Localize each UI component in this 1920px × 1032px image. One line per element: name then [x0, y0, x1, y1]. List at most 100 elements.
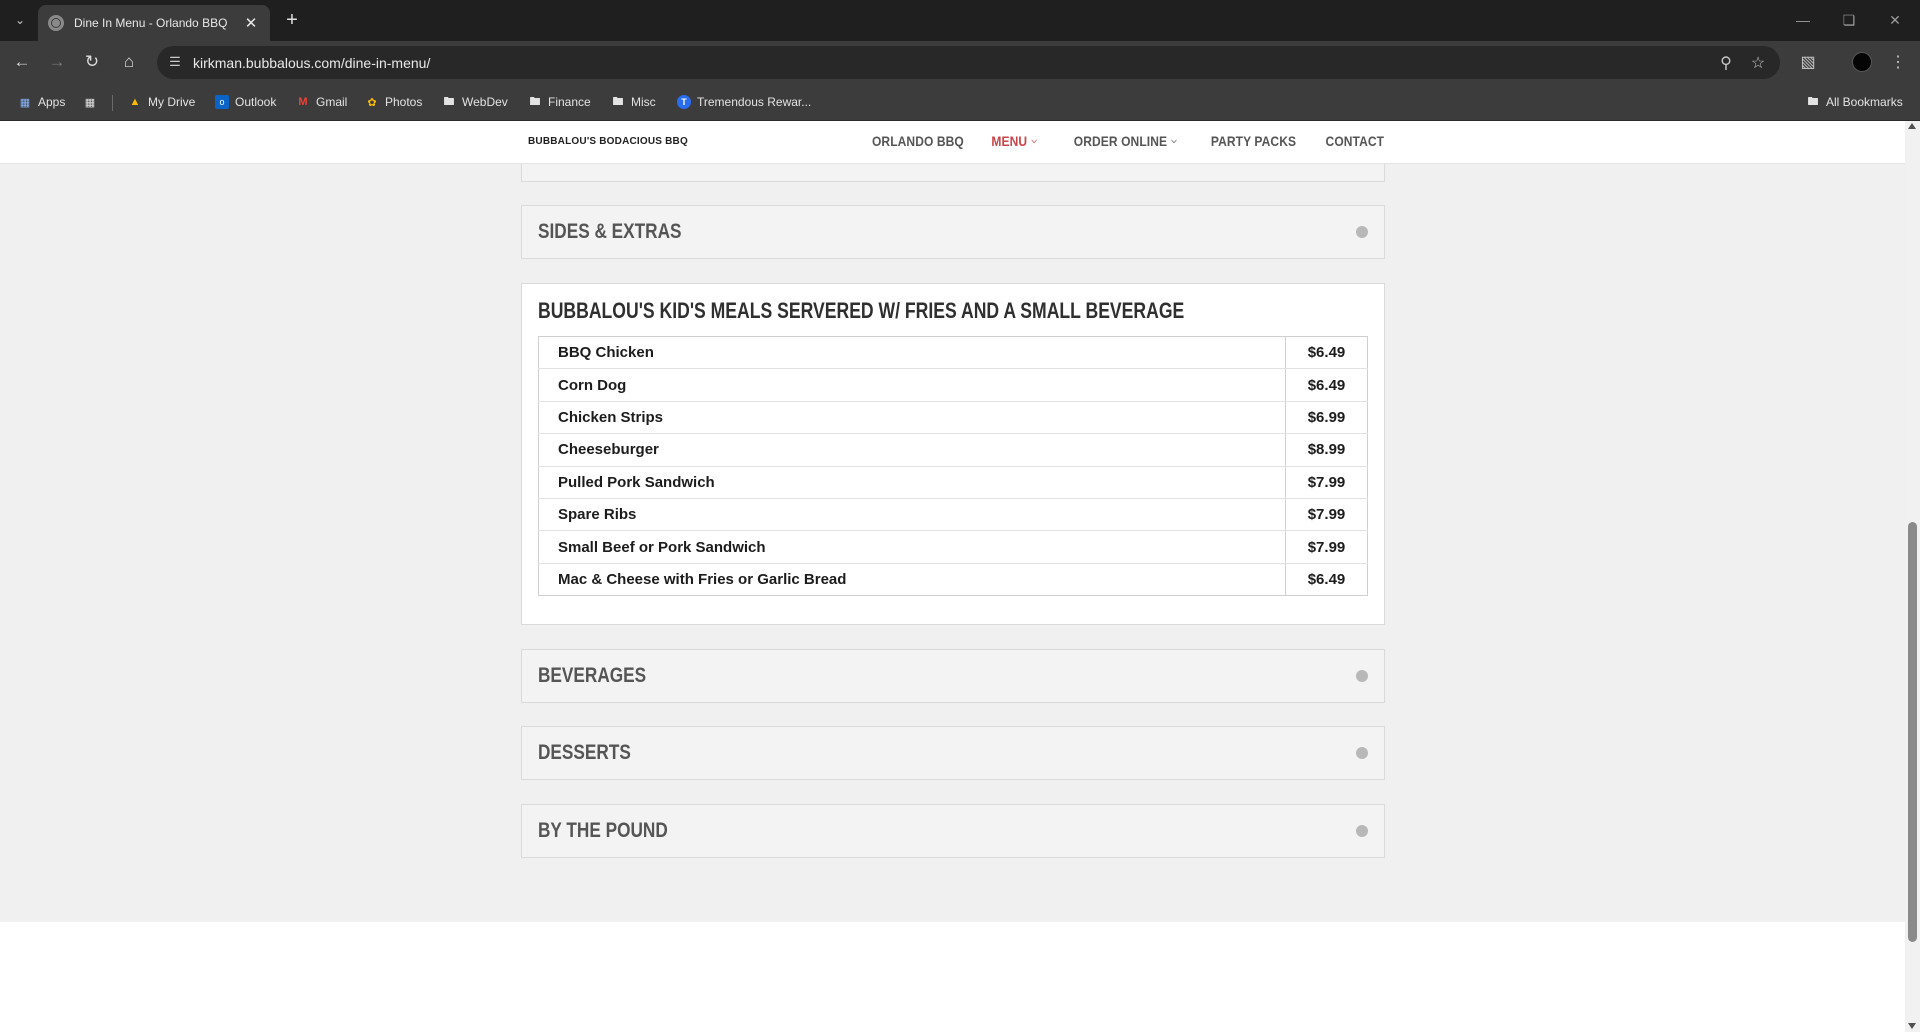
- page-scrollbar[interactable]: [1905, 121, 1920, 1032]
- nav-contact[interactable]: CONTACT: [1325, 133, 1384, 149]
- toggle-dot-icon: [1356, 226, 1368, 238]
- menu-item-name: Spare Ribs: [538, 498, 1286, 532]
- minimize-button[interactable]: —: [1783, 6, 1823, 34]
- reload-icon: ↻: [84, 52, 100, 71]
- home-icon: ⌂: [123, 52, 135, 71]
- active-tab[interactable]: Dine In Menu - Orlando BBQ ✕: [38, 5, 270, 41]
- bookmark-photos[interactable]: ✿ Photos: [365, 92, 422, 112]
- page-footer: [0, 922, 1905, 1032]
- reload-button[interactable]: ↻: [79, 49, 105, 75]
- site-header: BUBBALOU'S BODACIOUS BBQ ORLANDO BBQ MEN…: [0, 121, 1905, 164]
- bookmark-label: Finance: [548, 95, 591, 109]
- nav-party-packs[interactable]: PARTY PACKS: [1211, 133, 1296, 149]
- scroll-down-icon[interactable]: [1908, 1023, 1916, 1029]
- address-bar[interactable]: ☰ kirkman.bubbalous.com/dine-in-menu/ ⚲ …: [157, 46, 1780, 79]
- apps-grid-icon: ▦: [19, 96, 31, 109]
- bookmark-outlook[interactable]: o Outlook: [215, 92, 276, 112]
- menu-item-price: $6.49: [1285, 336, 1368, 370]
- accordion-sides-extras[interactable]: SIDES & EXTRAS: [521, 205, 1385, 259]
- new-tab-button[interactable]: +: [280, 8, 304, 32]
- accordion-title: DESSERTS: [538, 741, 631, 764]
- close-icon[interactable]: ✕: [242, 14, 260, 32]
- menu-item-price: $7.99: [1285, 498, 1368, 532]
- bookmark-label: Outlook: [235, 95, 277, 109]
- menu-item-price: $8.99: [1285, 433, 1368, 467]
- menu-item-price: $6.99: [1285, 401, 1368, 435]
- all-bookmarks[interactable]: 🖿 All Bookmarks: [1806, 92, 1903, 112]
- nav-order-online[interactable]: ORDER ONLINE ⌵: [1074, 133, 1177, 149]
- bookmark-separator: [112, 95, 113, 111]
- folder-icon: 🖿: [529, 95, 541, 108]
- nav-menu[interactable]: MENU ⌵: [992, 133, 1037, 149]
- nav-label: ORLANDO BBQ: [872, 133, 965, 149]
- menu-item-price: $6.49: [1285, 563, 1368, 596]
- bookmark-grid[interactable]: ▦: [83, 92, 103, 112]
- more-menu-icon[interactable]: ⋮: [1886, 50, 1910, 74]
- bookmarks-bar: ▦ Apps ▦ ▲ My Drive o Outlook M Gmail ✿ …: [0, 83, 1920, 121]
- zoom-icon[interactable]: ⚲: [1715, 52, 1737, 74]
- menu-item-name: Corn Dog: [538, 368, 1286, 402]
- bookmark-misc[interactable]: 🖿 Misc: [611, 92, 656, 112]
- menu-item-price: $7.99: [1285, 530, 1368, 564]
- scroll-thumb[interactable]: [1908, 522, 1917, 942]
- menu-item-name: BBQ Chicken: [538, 336, 1286, 370]
- bookmark-label: Gmail: [316, 95, 348, 109]
- menu-item-name: Pulled Pork Sandwich: [538, 466, 1286, 499]
- tremendous-icon: T: [677, 95, 691, 109]
- accordion-by-the-pound[interactable]: BY THE POUND: [521, 804, 1385, 858]
- scroll-up-icon[interactable]: [1908, 123, 1916, 129]
- profile-avatar[interactable]: [1852, 52, 1872, 72]
- menu-item-name: Chicken Strips: [538, 401, 1286, 435]
- kids-menu-table: BBQ Chicken $6.49 Corn Dog $6.49 Chicken Str…: [538, 336, 1368, 597]
- accordion-desserts[interactable]: DESSERTS: [521, 726, 1385, 780]
- table-row: BBQ Chicken $6.49: [538, 336, 1368, 370]
- restore-button[interactable]: ❏: [1829, 6, 1869, 34]
- menu-item-price: $7.99: [1285, 466, 1368, 499]
- bookmark-webdev[interactable]: 🖿 WebDev: [442, 92, 508, 112]
- bookmark-label: Tremendous Rewar...: [697, 95, 812, 109]
- all-bookmarks-label: All Bookmarks: [1826, 95, 1903, 109]
- menu-item-name: Small Beef or Pork Sandwich: [538, 530, 1286, 564]
- table-row: Corn Dog $6.49: [538, 368, 1368, 402]
- window-close-button[interactable]: ✕: [1875, 6, 1915, 34]
- tab-search-button[interactable]: ⌄: [8, 8, 32, 32]
- photos-icon: ✿: [367, 96, 377, 109]
- menu-item-name: Mac & Cheese with Fries or Garlic Bread: [558, 570, 847, 588]
- folder-icon: 🖿: [612, 95, 624, 108]
- menu-item-name: Cheeseburger: [538, 433, 1286, 467]
- home-button[interactable]: ⌂: [116, 49, 142, 75]
- arrow-left-icon: ←: [13, 52, 31, 71]
- table-row: Pulled Pork Sandwich $7.99: [538, 466, 1368, 499]
- accordion-title: BEVERAGES: [538, 664, 647, 687]
- site-logo[interactable]: BUBBALOU'S BODACIOUS BBQ: [528, 136, 688, 147]
- bookmark-gmail[interactable]: M Gmail: [296, 92, 347, 112]
- table-row: Cheeseburger $8.99: [538, 433, 1368, 467]
- bookmark-finance[interactable]: 🖿 Finance: [528, 92, 591, 112]
- extensions-icon[interactable]: ▧: [1796, 50, 1820, 74]
- accordion-beverages[interactable]: BEVERAGES: [521, 649, 1385, 703]
- nav-label: ORDER ONLINE: [1073, 133, 1168, 149]
- nav-orlando-bbq[interactable]: ORLANDO BBQ: [872, 133, 964, 149]
- url-text[interactable]: kirkman.bubbalous.com/dine-in-menu/: [193, 55, 430, 71]
- forward-button[interactable]: →: [44, 49, 70, 75]
- globe-icon: [48, 15, 64, 31]
- bookmark-label: Photos: [385, 95, 423, 109]
- bookmark-apps[interactable]: ▦ Apps: [18, 92, 66, 112]
- folder-icon: 🖿: [443, 95, 455, 108]
- toggle-dot-icon: [1356, 747, 1368, 759]
- bookmark-star-icon[interactable]: ☆: [1747, 52, 1769, 74]
- toggle-dot-icon: [1356, 670, 1368, 682]
- bookmark-label: Apps: [38, 95, 66, 109]
- kids-meals-section: BUBBALOU'S KID'S MEALS SERVERED W/ FRIES…: [521, 283, 1385, 625]
- table-row: Spare Ribs $7.99: [538, 498, 1368, 532]
- grid-icon: ▦: [84, 96, 96, 109]
- site-info-icon[interactable]: ☰: [165, 52, 185, 72]
- bookmark-label: WebDev: [462, 95, 508, 109]
- bookmark-my-drive[interactable]: ▲ My Drive: [128, 92, 196, 112]
- chevron-down-icon: ⌄: [14, 13, 26, 27]
- browser-toolbar: ← → ↻ ⌂ ☰ kirkman.bubbalous.com/dine-in-…: [0, 41, 1920, 83]
- bookmark-tremendous[interactable]: T Tremendous Rewar...: [677, 92, 811, 112]
- accordion-title: BY THE POUND: [538, 819, 668, 842]
- section-title: BUBBALOU'S KID'S MEALS SERVERED W/ FRIES…: [538, 298, 1185, 323]
- back-button[interactable]: ←: [9, 49, 35, 75]
